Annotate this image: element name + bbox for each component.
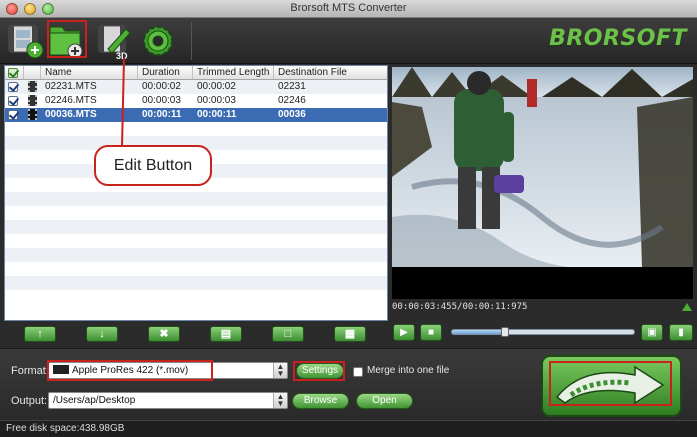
file-duration: 00:00:11 bbox=[142, 109, 182, 120]
convert-highlight bbox=[549, 361, 672, 406]
svg-text:3D: 3D bbox=[116, 51, 128, 61]
seek-bar[interactable] bbox=[451, 327, 635, 337]
settings-highlight bbox=[293, 361, 345, 381]
video-file-icon bbox=[28, 81, 37, 92]
toolbar-divider bbox=[191, 22, 192, 60]
file-destination: 02246 bbox=[278, 95, 306, 106]
comment-icon: □ bbox=[284, 328, 292, 340]
empty-row bbox=[5, 262, 387, 276]
file-trimmed-length: 00:00:11 bbox=[197, 109, 237, 120]
empty-row bbox=[5, 276, 387, 290]
free-disk-space: Free disk space:438.98GB bbox=[6, 423, 125, 434]
empty-row bbox=[5, 192, 387, 206]
open-snapshot-folder-button[interactable]: ▮ bbox=[669, 324, 693, 341]
format-label: Format: bbox=[11, 365, 49, 377]
destination-column-header[interactable]: Destination File bbox=[274, 66, 374, 79]
file-list-rows: 02231.MTS 00:00:02 00:00:02 02231 02246.… bbox=[5, 80, 387, 304]
row-checkbox[interactable] bbox=[8, 110, 18, 120]
trash-icon: ▤ bbox=[220, 328, 232, 340]
file-info-button[interactable]: □ bbox=[272, 326, 304, 342]
table-row[interactable]: 02231.MTS 00:00:02 00:00:02 02231 bbox=[5, 80, 387, 94]
film-strip-icon: ▦ bbox=[344, 328, 356, 340]
3d-video-icon: 3D bbox=[98, 25, 131, 61]
file-list[interactable]: Name Duration Trimmed Length Destination… bbox=[4, 65, 388, 321]
video-preview bbox=[392, 67, 693, 299]
open-button[interactable]: Open bbox=[356, 393, 413, 409]
file-trimmed-length: 00:00:02 bbox=[197, 81, 236, 92]
gear-icon bbox=[143, 26, 173, 56]
options-button[interactable] bbox=[138, 21, 178, 61]
empty-row bbox=[5, 220, 387, 234]
file-list-toolbar: ↑ ↓ ✖ ▤ □ ▦ bbox=[4, 323, 388, 345]
output-path-field[interactable]: /Users/ap/Desktop ▲ ▼ bbox=[48, 392, 288, 409]
format-dropdown-arrow-icon[interactable]: ▲ ▼ bbox=[273, 363, 287, 378]
clear-list-button[interactable]: ▤ bbox=[210, 326, 242, 342]
trimmed-length-column-header[interactable]: Trimmed Length bbox=[193, 66, 274, 79]
file-name: 02231.MTS bbox=[45, 81, 97, 92]
video-file-icon bbox=[28, 95, 37, 106]
move-down-button[interactable]: ↓ bbox=[86, 326, 118, 342]
title-bar: Brorsoft MTS Converter bbox=[0, 0, 697, 18]
empty-row bbox=[5, 248, 387, 262]
output-path-value: /Users/ap/Desktop bbox=[53, 395, 136, 406]
table-row-selected[interactable]: 00036.MTS 00:00:11 00:00:11 00036 bbox=[5, 108, 387, 122]
preview-frame-image bbox=[392, 67, 693, 299]
merge-button[interactable]: ▦ bbox=[334, 326, 366, 342]
file-trimmed-length: 00:00:03 bbox=[197, 95, 236, 106]
edit-button-highlight bbox=[47, 20, 87, 58]
3d-edit-button[interactable]: 3D bbox=[96, 21, 136, 61]
play-icon: ▶ bbox=[400, 327, 408, 338]
file-list-header: Name Duration Trimmed Length Destination… bbox=[5, 66, 387, 80]
brand-logo: BRORSOFT bbox=[549, 26, 687, 51]
file-duration: 00:00:02 bbox=[142, 81, 181, 92]
move-up-button[interactable]: ↑ bbox=[24, 326, 56, 342]
empty-row bbox=[5, 290, 387, 304]
file-destination: 00036 bbox=[278, 109, 306, 120]
file-name: 02246.MTS bbox=[45, 95, 97, 106]
file-destination: 02231 bbox=[278, 81, 306, 92]
status-bar: Free disk space:438.98GB bbox=[0, 420, 697, 437]
row-checkbox[interactable] bbox=[8, 96, 18, 106]
seek-bar-handle[interactable] bbox=[500, 327, 509, 337]
format-highlight bbox=[47, 360, 213, 381]
file-duration: 00:00:03 bbox=[142, 95, 181, 106]
main-toolbar: 3D BRORSOFT bbox=[0, 18, 697, 64]
output-dropdown-arrow-icon[interactable]: ▲ ▼ bbox=[273, 393, 287, 408]
empty-row bbox=[5, 206, 387, 220]
stop-icon: ■ bbox=[427, 327, 435, 338]
add-video-button[interactable] bbox=[6, 21, 46, 61]
arrow-down-icon: ↓ bbox=[99, 328, 105, 340]
camera-icon: ▣ bbox=[647, 327, 657, 338]
folder-icon: ▮ bbox=[678, 327, 684, 338]
empty-row bbox=[5, 122, 387, 136]
select-all-checkbox[interactable] bbox=[5, 66, 24, 79]
table-row[interactable]: 02246.MTS 00:00:03 00:00:03 02246 bbox=[5, 94, 387, 108]
browse-button[interactable]: Browse bbox=[292, 393, 349, 409]
empty-row bbox=[5, 234, 387, 248]
video-file-icon bbox=[28, 109, 37, 120]
arrow-up-icon: ↑ bbox=[37, 328, 43, 340]
expand-arrow-icon[interactable] bbox=[682, 303, 692, 311]
remove-button[interactable]: ✖ bbox=[148, 326, 180, 342]
row-checkbox[interactable] bbox=[8, 82, 18, 92]
merge-label: Merge into one file bbox=[367, 365, 450, 376]
edit-button-callout: Edit Button bbox=[94, 145, 212, 186]
output-label: Output: bbox=[11, 395, 48, 407]
stop-button[interactable]: ■ bbox=[420, 324, 442, 341]
window-title: Brorsoft MTS Converter bbox=[290, 2, 407, 14]
duration-column-header[interactable]: Duration bbox=[138, 66, 193, 79]
add-video-icon bbox=[8, 25, 44, 59]
name-column-header[interactable]: Name bbox=[41, 66, 138, 79]
type-column-header bbox=[24, 66, 41, 79]
close-icon: ✖ bbox=[159, 328, 169, 340]
timecode-display: 00:00:03:455/00:00:11:975 bbox=[392, 302, 528, 312]
seek-bar-progress bbox=[452, 330, 505, 334]
snapshot-button[interactable]: ▣ bbox=[641, 324, 663, 341]
merge-checkbox[interactable] bbox=[353, 367, 363, 377]
file-name: 00036.MTS bbox=[45, 109, 97, 120]
play-button[interactable]: ▶ bbox=[393, 324, 415, 341]
